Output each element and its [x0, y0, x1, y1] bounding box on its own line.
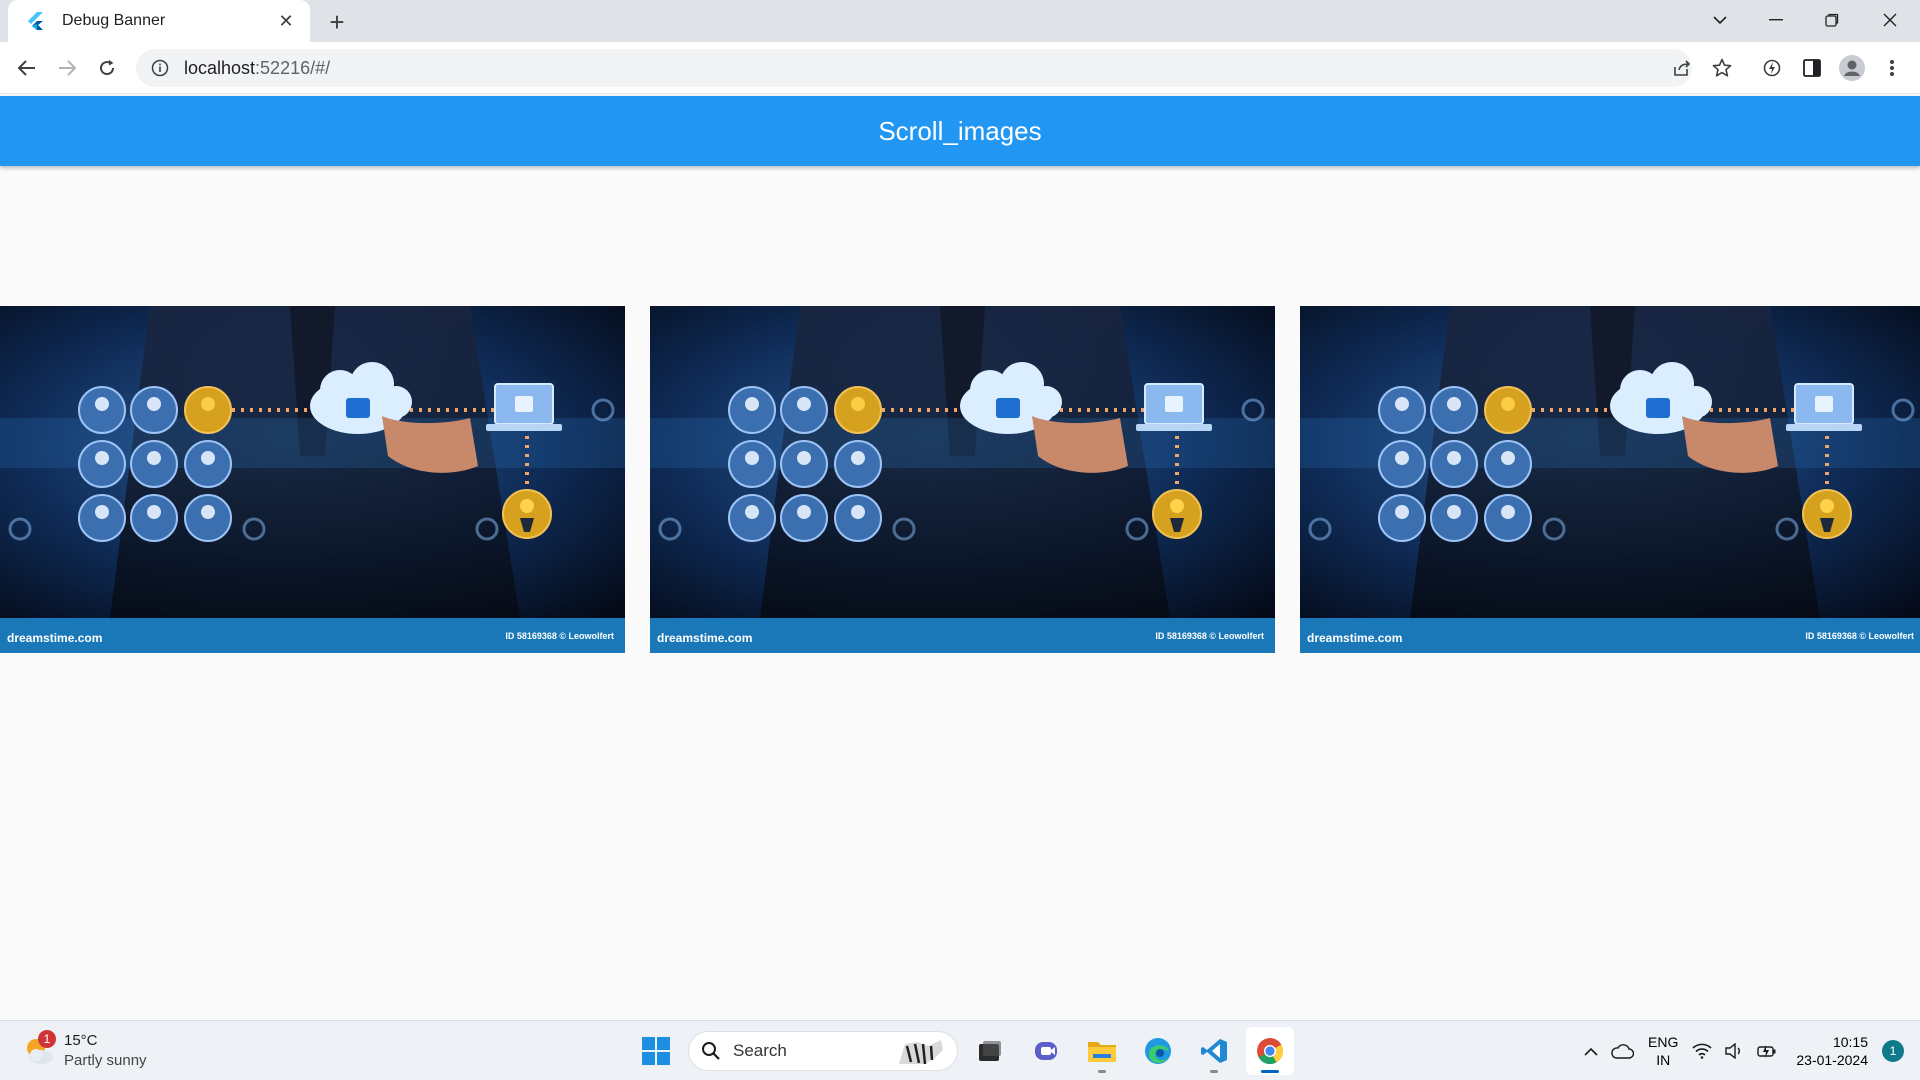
minimize-icon[interactable]: [1748, 0, 1804, 40]
start-button[interactable]: [632, 1027, 680, 1075]
search-icon: [702, 1042, 720, 1060]
volume-icon[interactable]: [1718, 1031, 1750, 1071]
share-icon[interactable]: [1666, 52, 1698, 84]
image-watermark: dreamstime.com: [7, 631, 102, 645]
tab-search-chevron-icon[interactable]: [1692, 0, 1748, 40]
browser-tab[interactable]: Debug Banner ✕: [8, 0, 310, 42]
close-tab-icon[interactable]: ✕: [274, 9, 298, 33]
running-indicator: [1261, 1070, 1279, 1073]
language-code: ENG: [1648, 1034, 1679, 1050]
image-card: dreamstime.com ID 58169368 © Leowolfert: [650, 306, 1275, 653]
taskbar: 1 15°C Partly sunny Search ENG IN 10:15 …: [0, 1020, 1920, 1080]
teams-chat-button[interactable]: [1022, 1027, 1070, 1075]
restore-icon[interactable]: [1804, 0, 1860, 40]
tab-title: Debug Banner: [62, 12, 166, 29]
image-card: dreamstime.com ID 58169368 © Leowolfert: [0, 306, 625, 653]
onedrive-cloud-icon[interactable]: [1604, 1031, 1640, 1071]
image-credit: ID 58169368 © Leowolfert: [1155, 631, 1264, 641]
notification-count-badge[interactable]: 1: [1882, 1040, 1904, 1062]
image-watermark: dreamstime.com: [1307, 631, 1402, 645]
edge-button[interactable]: [1134, 1027, 1182, 1075]
chrome-icon: [1257, 1038, 1284, 1065]
task-view-icon: [979, 1041, 1001, 1061]
folder-icon: [1088, 1042, 1116, 1062]
running-indicator: [1210, 1070, 1218, 1073]
reload-icon[interactable]: [91, 52, 123, 84]
close-window-icon[interactable]: [1862, 0, 1918, 40]
browser-toolbar: localhost:52216/#/: [0, 42, 1920, 94]
vscode-icon: [1201, 1039, 1227, 1063]
image-credit: ID 58169368 © Leowolfert: [1805, 631, 1914, 641]
weather-widget[interactable]: 1 15°C Partly sunny: [22, 1029, 147, 1073]
site-info-icon[interactable]: [150, 58, 170, 78]
weather-condition: Partly sunny: [64, 1052, 147, 1069]
forward-arrow-icon[interactable]: [51, 52, 83, 84]
back-arrow-icon[interactable]: [11, 52, 43, 84]
search-label: Search: [733, 1041, 787, 1060]
side-panel-icon[interactable]: [1796, 52, 1828, 84]
clock[interactable]: 10:15 23-01-2024: [1796, 1033, 1868, 1069]
teams-icon: [1035, 1042, 1057, 1060]
address-bar[interactable]: localhost:52216/#/: [136, 49, 1692, 87]
url-path: :52216/#/: [255, 57, 331, 78]
cloud-security-photo: dreamstime.com ID 58169368 © Leowolfert: [1300, 306, 1920, 653]
browser-tab-strip: Debug Banner ✕ +: [0, 0, 1920, 42]
taskbar-search-box[interactable]: Search: [688, 1031, 958, 1071]
extension-icon[interactable]: [1756, 52, 1788, 84]
chrome-button[interactable]: [1246, 1027, 1294, 1075]
image-watermark: dreamstime.com: [657, 631, 752, 645]
new-tab-icon[interactable]: +: [322, 7, 352, 37]
windows-logo-icon: [642, 1037, 670, 1065]
app-title: Scroll_images: [878, 115, 1042, 146]
app-bar: Scroll_images: [0, 96, 1920, 166]
cloud-security-photo: dreamstime.com ID 58169368 © Leowolfert: [650, 306, 1275, 653]
scroll-images-row[interactable]: dreamstime.com ID 58169368 © Leowolfert: [0, 306, 1920, 653]
running-indicator: [1098, 1070, 1106, 1073]
battery-charging-icon[interactable]: [1750, 1031, 1784, 1071]
url-host: localhost: [184, 57, 256, 78]
clock-time: 10:15: [1832, 1034, 1868, 1050]
weather-badge: 1: [38, 1030, 56, 1048]
url-text: localhost:52216/#/: [184, 58, 330, 79]
system-tray: ENG IN 10:15 23-01-2024 1: [1578, 1021, 1920, 1080]
edge-icon: [1145, 1038, 1171, 1064]
weather-temperature: 15°C: [64, 1032, 98, 1049]
taskbar-pinned-apps: Search: [632, 1027, 1302, 1075]
zebra-highlight-icon: [899, 1040, 943, 1065]
image-credit: ID 58169368 © Leowolfert: [505, 631, 614, 641]
cloud-security-photo: dreamstime.com ID 58169368 © Leowolfert: [0, 306, 625, 653]
clock-date: 23-01-2024: [1796, 1052, 1868, 1068]
file-explorer-button[interactable]: [1078, 1027, 1126, 1075]
more-menu-icon[interactable]: [1876, 52, 1908, 84]
partly-sunny-icon: 1: [22, 1030, 56, 1068]
show-hidden-icons-chevron-icon[interactable]: [1578, 1031, 1604, 1071]
bookmark-star-icon[interactable]: [1706, 52, 1738, 84]
image-card: dreamstime.com ID 58169368 © Leowolfert: [1300, 306, 1920, 653]
profile-avatar-icon[interactable]: [1836, 52, 1868, 84]
task-view-button[interactable]: [966, 1027, 1014, 1075]
wifi-icon[interactable]: [1686, 1031, 1718, 1071]
vscode-button[interactable]: [1190, 1027, 1238, 1075]
language-indicator[interactable]: ENG IN: [1648, 1033, 1678, 1069]
language-region: IN: [1656, 1052, 1671, 1068]
flutter-icon: [26, 11, 46, 31]
